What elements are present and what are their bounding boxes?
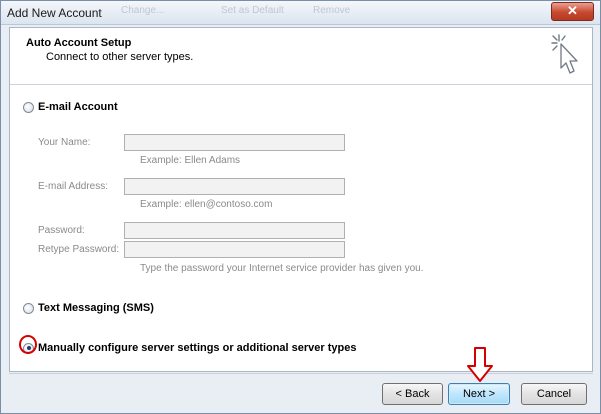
- footer-divider: [9, 373, 593, 374]
- title-bar[interactable]: Add New Account Change... Set as Default…: [1, 1, 600, 25]
- retype-password-field[interactable]: [124, 241, 345, 258]
- back-button[interactable]: < Back: [382, 383, 443, 405]
- wizard-panel: Auto Account Setup Connect to other serv…: [9, 27, 593, 372]
- email-address-field[interactable]: [124, 178, 345, 195]
- background-change-label: Change...: [121, 5, 165, 16]
- sms-option[interactable]: Text Messaging (SMS): [23, 302, 154, 314]
- close-icon: ✕: [567, 3, 578, 18]
- manual-config-option[interactable]: Manually configure server settings or ad…: [23, 342, 357, 354]
- email-account-option[interactable]: E-mail Account: [23, 101, 118, 113]
- password-label: Password:: [38, 225, 85, 236]
- sms-label: Text Messaging (SMS): [38, 302, 154, 314]
- email-account-radio[interactable]: [23, 101, 34, 113]
- password-field[interactable]: [124, 222, 345, 239]
- next-button[interactable]: Next >: [448, 383, 510, 405]
- wizard-cursor-icon: [551, 34, 578, 74]
- cancel-button[interactable]: Cancel: [521, 383, 587, 405]
- email-address-hint: Example: ellen@contoso.com: [140, 199, 273, 210]
- red-arrow-annotation-icon: [467, 347, 493, 382]
- background-set-default-label: Set as Default: [221, 5, 284, 16]
- retype-password-label: Retype Password:: [38, 244, 120, 255]
- page-subtitle: Connect to other server types.: [46, 51, 194, 63]
- manual-config-label: Manually configure server settings or ad…: [38, 342, 357, 354]
- your-name-hint: Example: Ellen Adams: [140, 155, 241, 166]
- sms-radio[interactable]: [23, 302, 34, 314]
- your-name-label: Your Name:: [38, 137, 91, 148]
- password-hint: Type the password your Internet service …: [140, 263, 424, 274]
- email-account-label: E-mail Account: [38, 101, 118, 113]
- window-title: Add New Account: [7, 6, 102, 20]
- page-title: Auto Account Setup: [26, 37, 132, 49]
- your-name-field[interactable]: [124, 134, 345, 151]
- email-address-label: E-mail Address:: [38, 181, 109, 192]
- add-new-account-dialog: Add New Account Change... Set as Default…: [0, 0, 601, 414]
- red-circle-annotation: [19, 335, 37, 354]
- background-remove-label: Remove: [313, 5, 351, 16]
- close-button[interactable]: ✕: [551, 2, 594, 21]
- wizard-header: Auto Account Setup Connect to other serv…: [10, 28, 592, 85]
